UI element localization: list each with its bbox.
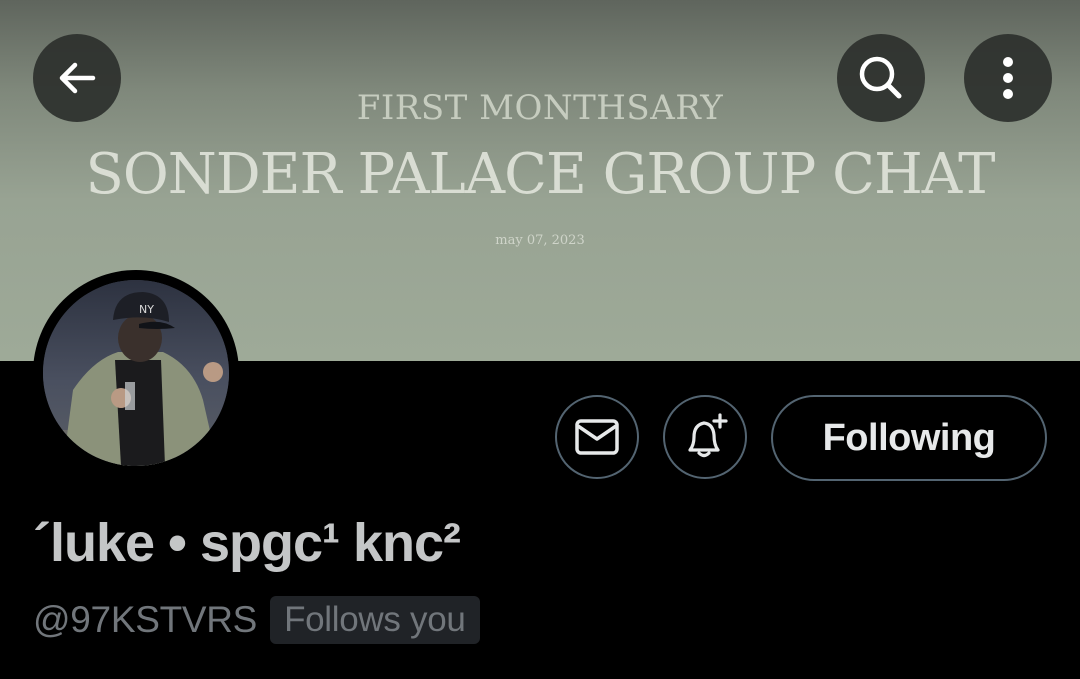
back-button[interactable] xyxy=(33,34,121,122)
display-name: ´luke • spgc¹ knc² xyxy=(33,513,461,573)
notifications-button[interactable] xyxy=(663,395,747,479)
more-vertical-icon xyxy=(1003,57,1013,99)
banner-title: SONDER PALACE GROUP CHAT xyxy=(85,142,995,207)
message-button[interactable] xyxy=(555,395,639,479)
avatar[interactable]: NY xyxy=(33,270,239,476)
bell-plus-icon xyxy=(688,413,728,458)
banner-date: may 07, 2023 xyxy=(495,233,585,248)
envelope-icon xyxy=(575,419,619,455)
more-options-button[interactable] xyxy=(964,34,1052,122)
arrow-left-icon xyxy=(59,62,96,94)
avatar-photo: NY xyxy=(43,280,229,466)
search-button[interactable] xyxy=(837,34,925,122)
follows-you-badge: Follows you xyxy=(270,596,480,644)
handle-row: @97KSTVRS Follows you xyxy=(33,596,480,644)
svg-text:NY: NY xyxy=(139,303,154,316)
user-handle: @97KSTVRS xyxy=(33,599,258,640)
following-button[interactable]: Following xyxy=(771,395,1047,481)
avatar-image: NY xyxy=(43,280,229,466)
search-icon xyxy=(859,56,902,99)
